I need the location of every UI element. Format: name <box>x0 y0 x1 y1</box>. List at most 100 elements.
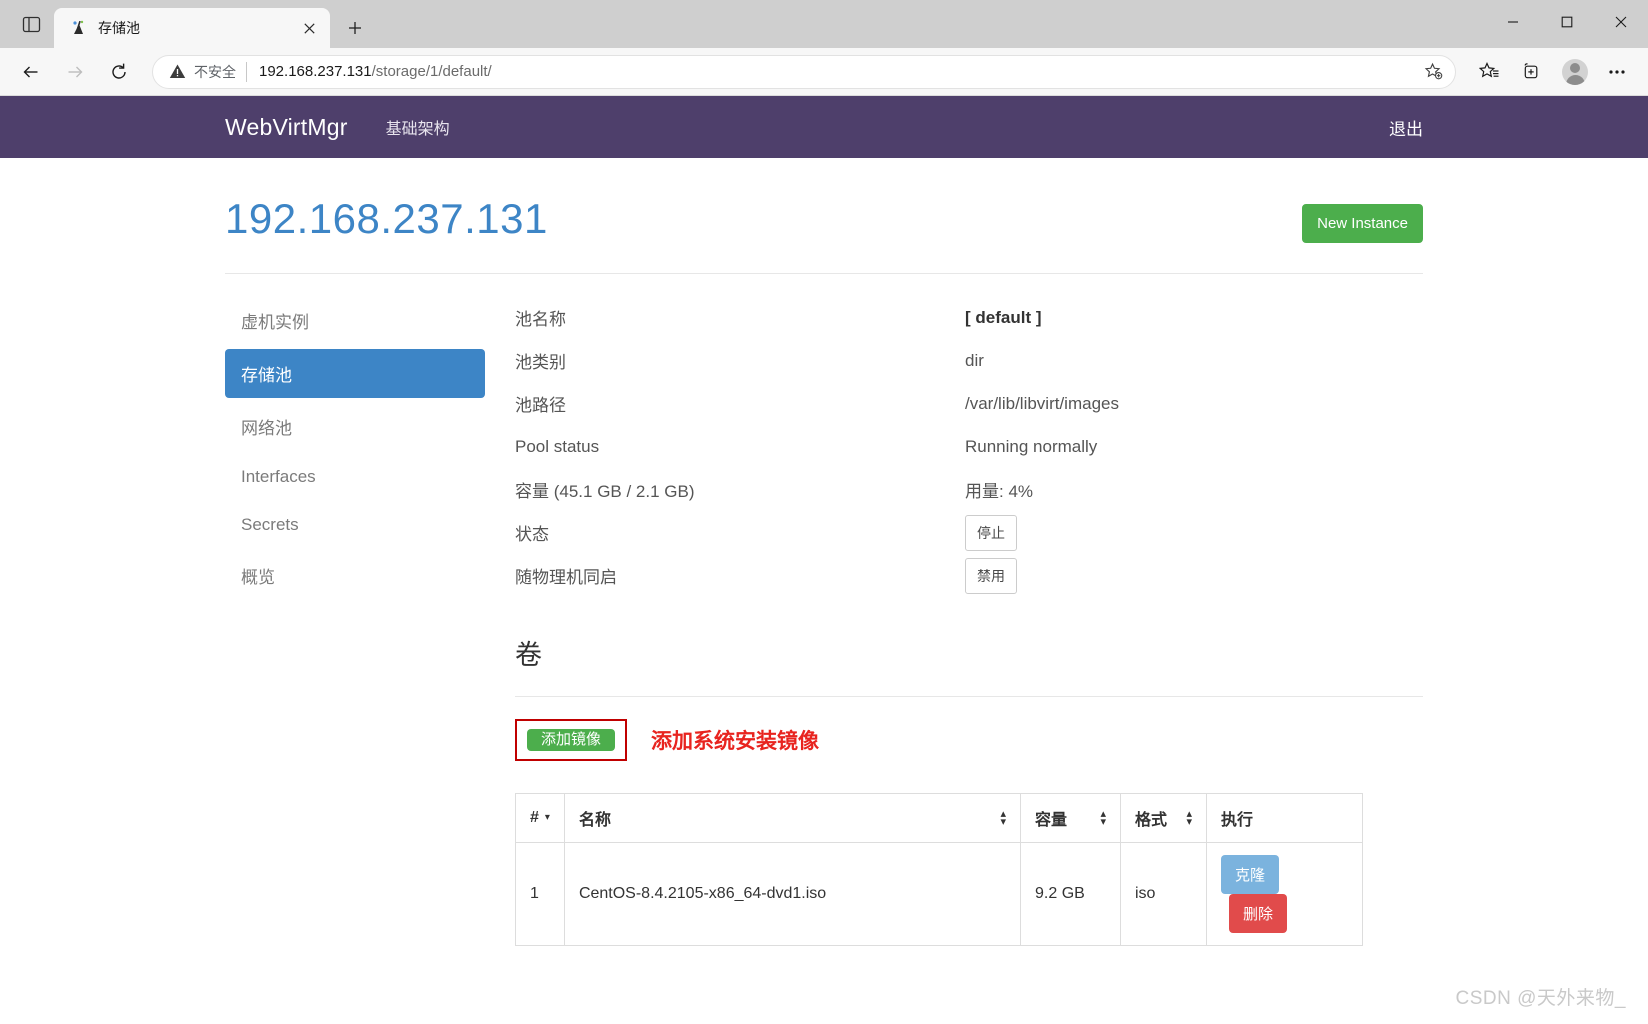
detail-label: 池名称 <box>515 310 566 329</box>
sort-updown-icon: ▴ ▾ <box>1100 807 1106 828</box>
column-label: 容量 <box>1035 812 1068 829</box>
sidebar-item-instances[interactable]: 虚机实例 <box>225 296 485 345</box>
table-row: 1 CentOS-8.4.2105-x86_64-dvd1.iso 9.2 GB… <box>515 842 1363 946</box>
profile-avatar-icon[interactable] <box>1556 53 1594 91</box>
tab-title: 存储池 <box>98 20 140 36</box>
cell-capacity: 9.2 GB <box>1020 842 1121 946</box>
sidebar-item-network-pools[interactable]: 网络池 <box>225 402 485 451</box>
app-navbar: WebVirtMgr 基础架构 退出 <box>0 96 1648 158</box>
annotation-highlight-box: 添加镜像 <box>515 719 628 761</box>
avatar <box>1562 58 1588 85</box>
annotation-text: 添加系统安装镜像 <box>651 730 820 753</box>
disable-autostart-button[interactable]: 禁用 <box>965 557 1017 594</box>
tab-sidebar-icon[interactable] <box>8 4 54 44</box>
detail-row-state: 状态 停止 <box>515 511 1423 554</box>
volumes-heading: 卷 <box>515 640 542 670</box>
content-grid: 虚机实例 存储池 网络池 Interfaces Secrets 概览 池名称 [… <box>225 274 1423 946</box>
detail-label: 容量 (45.1 GB / 2.1 GB) <box>515 482 695 501</box>
forward-arrow-icon[interactable] <box>56 53 94 91</box>
detail-row-capacity: 容量 (45.1 GB / 2.1 GB) 用量: 4% <box>515 468 1423 511</box>
detail-label: 池类别 <box>515 353 566 372</box>
watermark: CSDN @天外来物_ <box>1455 988 1626 1009</box>
detail-value: 禁用 <box>965 557 1017 594</box>
collections-icon[interactable] <box>1512 53 1550 91</box>
column-header-actions: 执行 <box>1206 793 1363 843</box>
close-icon[interactable] <box>296 15 322 41</box>
page-title: 192.168.237.131 <box>225 195 548 242</box>
back-arrow-icon[interactable] <box>12 53 50 91</box>
volumes-table: # ▾ 名称 ▴ ▾ 容量 ▴ ▾ 格式 ▴ ▾ 执行 1 CentOS-8.4… <box>515 793 1363 946</box>
table-header-row: # ▾ 名称 ▴ ▾ 容量 ▴ ▾ 格式 ▴ ▾ 执行 <box>515 793 1363 843</box>
address-bar[interactable]: 不安全 192.168.237.131/storage/1/default/ <box>152 54 1456 89</box>
add-favorite-star-icon[interactable] <box>1419 58 1447 86</box>
detail-value: dir <box>965 350 984 370</box>
window-close-icon[interactable] <box>1594 0 1648 44</box>
sidebar-nav: 虚机实例 存储池 网络池 Interfaces Secrets 概览 <box>225 296 485 946</box>
column-header-capacity[interactable]: 容量 ▴ ▾ <box>1020 793 1121 843</box>
logout-link[interactable]: 退出 <box>1389 120 1423 139</box>
sidebar-item-secrets[interactable]: Secrets <box>225 503 485 547</box>
browser-titlebar: 存储池 <box>0 0 1648 48</box>
favorites-star-icon[interactable] <box>1470 53 1508 91</box>
stop-pool-button[interactable]: 停止 <box>965 514 1017 551</box>
plus-icon[interactable] <box>338 11 372 45</box>
detail-value: 停止 <box>965 514 1017 551</box>
minimize-icon[interactable] <box>1486 0 1540 44</box>
volumes-table-head: # ▾ 名称 ▴ ▾ 容量 ▴ ▾ 格式 ▴ ▾ 执行 <box>515 793 1363 843</box>
browser-window: 存储池 不安全 192.168.237.131/storage/1/defaul… <box>0 0 1648 1024</box>
browser-toolbar: 不安全 192.168.237.131/storage/1/default/ <box>0 48 1648 96</box>
detail-row-pool-status: Pool status Running normally <box>515 425 1423 468</box>
app-brand[interactable]: WebVirtMgr <box>225 114 348 141</box>
column-label: 名称 <box>578 812 611 829</box>
detail-label: 随物理机同启 <box>515 568 617 587</box>
add-image-button[interactable]: 添加镜像 <box>527 729 616 751</box>
detail-row-pool-type: 池类别 dir <box>515 339 1423 382</box>
security-label: 不安全 <box>194 63 236 80</box>
cell-actions: 克隆 删除 <box>1206 842 1363 946</box>
cell-name: CentOS-8.4.2105-x86_64-dvd1.iso <box>563 842 1022 946</box>
column-label: 执行 <box>1221 812 1254 829</box>
delete-button[interactable]: 删除 <box>1229 894 1288 933</box>
sort-updown-icon: ▴ ▾ <box>1186 807 1192 828</box>
cell-index: 1 <box>515 842 565 946</box>
page-viewport: WebVirtMgr 基础架构 退出 192.168.237.131 New I… <box>0 96 1648 1024</box>
reload-icon[interactable] <box>100 53 138 91</box>
detail-label: Pool status <box>515 436 600 456</box>
url-path: /storage/1/default/ <box>371 63 492 80</box>
pool-detail-panel: 池名称 [ default ] 池类别 dir 池路径 /var/lib/lib… <box>485 296 1423 946</box>
detail-label: 状态 <box>515 525 549 544</box>
cell-format: iso <box>1120 842 1207 946</box>
clone-button[interactable]: 克隆 <box>1221 855 1280 894</box>
detail-label: 池路径 <box>515 396 566 415</box>
detail-row-pool-name: 池名称 [ default ] <box>515 296 1423 339</box>
detail-value: Running normally <box>965 436 1098 456</box>
sort-updown-icon: ▴ ▾ <box>1000 807 1006 828</box>
nav-right: 退出 <box>1389 115 1423 140</box>
column-label: # <box>530 809 539 826</box>
sidebar-item-storage-pools[interactable]: 存储池 <box>225 349 485 398</box>
volumes-table-body: 1 CentOS-8.4.2105-x86_64-dvd1.iso 9.2 GB… <box>515 842 1363 946</box>
column-header-format[interactable]: 格式 ▴ ▾ <box>1120 793 1207 843</box>
warning-triangle-icon <box>169 63 186 80</box>
more-settings-icon[interactable] <box>1598 53 1636 91</box>
url-host: 192.168.237.131 <box>259 63 372 80</box>
browser-tab[interactable]: 存储池 <box>54 8 330 48</box>
page-container: 192.168.237.131 New Instance 虚机实例 存储池 网络… <box>225 158 1423 946</box>
sidebar-item-overview[interactable]: 概览 <box>225 551 485 600</box>
column-header-index[interactable]: # ▾ <box>515 793 565 843</box>
add-image-row: 添加镜像 添加系统安装镜像 <box>515 697 1423 761</box>
new-instance-button[interactable]: New Instance <box>1302 204 1423 243</box>
page-header: 192.168.237.131 New Instance <box>225 195 1423 243</box>
url-text: 192.168.237.131/storage/1/default/ <box>259 63 492 80</box>
column-header-name[interactable]: 名称 ▴ ▾ <box>563 793 1022 843</box>
detail-row-pool-path: 池路径 /var/lib/libvirt/images <box>515 382 1423 425</box>
detail-row-autostart: 随物理机同启 禁用 <box>515 554 1423 597</box>
omnibox-separator <box>246 61 247 82</box>
pool-name-value: [ default ] <box>965 307 1042 327</box>
tab-strip: 存储池 <box>0 0 372 48</box>
maximize-icon[interactable] <box>1540 0 1594 44</box>
detail-value: /var/lib/libvirt/images <box>965 393 1119 413</box>
detail-value: [ default ] <box>965 308 1042 328</box>
nav-link-infrastructure[interactable]: 基础架构 <box>386 115 450 139</box>
sidebar-item-interfaces[interactable]: Interfaces <box>225 455 485 499</box>
